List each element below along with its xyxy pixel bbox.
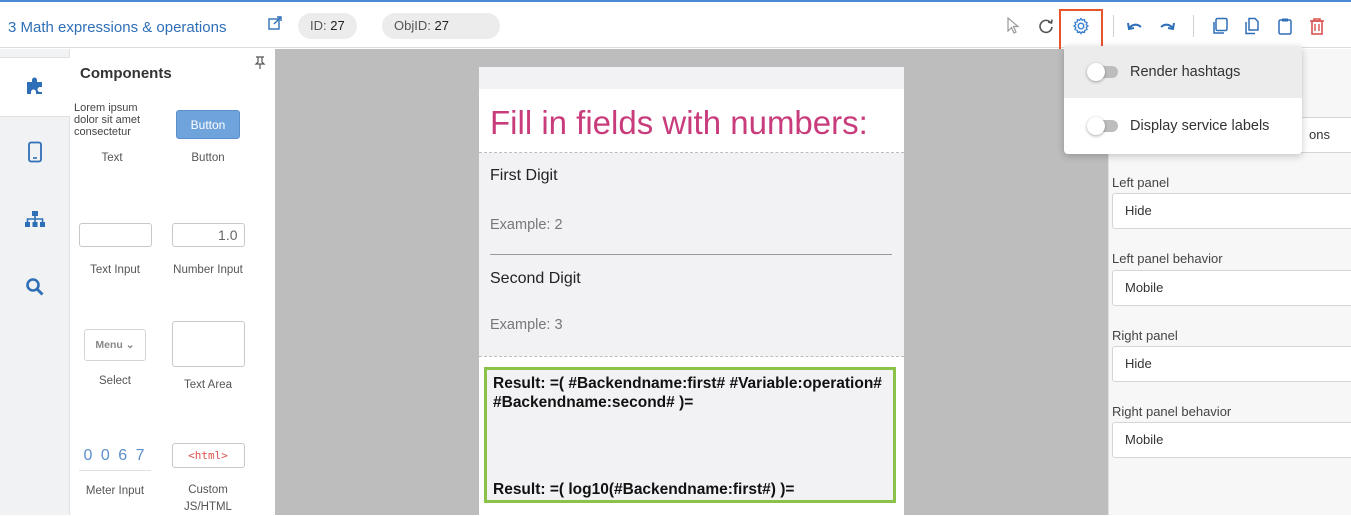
trash-icon[interactable]	[1307, 16, 1327, 36]
chevron-down-icon: ⌄	[125, 339, 135, 351]
select-preview-label: Menu	[95, 339, 123, 351]
second-digit-label: Second Digit	[490, 270, 581, 287]
fields-section: First Digit Example: 2 Second Digit Exam…	[479, 153, 904, 356]
component-label: Text	[101, 152, 123, 164]
component-select[interactable]: Menu ⌄ Select	[70, 329, 160, 390]
objid-badge: ObjID: 27	[382, 13, 500, 39]
number-input-preview: 1.0	[171, 223, 245, 247]
component-label: Number Input	[173, 264, 243, 276]
component-label: Custom JS/HTML	[184, 484, 232, 513]
text-input-preview	[78, 223, 152, 247]
component-text-input[interactable]: Text Input	[70, 223, 160, 279]
clipboard-icon[interactable]	[1275, 16, 1295, 36]
id-label: ID:	[310, 18, 327, 33]
left-nav	[0, 49, 70, 515]
left-panel-label: Left panel	[1112, 175, 1170, 190]
objid-label: ObjID:	[394, 18, 431, 33]
component-label: Meter Input	[85, 485, 145, 497]
settings-dropdown: Render hashtags Display service labels	[1064, 46, 1302, 154]
nav-search[interactable]	[0, 259, 70, 319]
component-label: Text Area	[184, 379, 232, 391]
first-digit-input[interactable]: Example: 2	[490, 217, 563, 233]
display-service-labels-label: Display service labels	[1130, 118, 1270, 134]
right-panel-behavior-select[interactable]: Mobile	[1112, 422, 1351, 458]
result-block[interactable]: Result: =( #Backendname:first# #Variable…	[484, 367, 896, 503]
phone-header	[479, 67, 904, 89]
meter-preview: 0 0 6 7	[79, 441, 151, 471]
undo-icon[interactable]	[1125, 16, 1145, 36]
render-hashtags-label: Render hashtags	[1130, 64, 1241, 80]
component-label: Text Input	[90, 264, 140, 276]
external-link-icon[interactable]	[268, 16, 282, 30]
component-meter-input[interactable]: 0 0 6 7 Meter Input	[70, 441, 160, 500]
id-badge: ID: 27	[298, 13, 357, 39]
input-underline	[490, 254, 892, 255]
second-digit-input[interactable]: Example: 3	[490, 317, 563, 333]
toolbar-divider	[1113, 15, 1114, 37]
result-expression: Result: =( #Backendname:first# #Variable…	[493, 375, 882, 411]
redo-icon[interactable]	[1157, 16, 1177, 36]
right-panel-select[interactable]: Hide	[1112, 346, 1351, 382]
right-panel-label: Right panel	[1112, 328, 1178, 343]
left-panel-behavior-label: Left panel behavior	[1112, 251, 1223, 266]
component-text-area[interactable]: Text Area	[163, 321, 253, 394]
copy-icon[interactable]	[1210, 16, 1230, 36]
text-area-preview	[171, 321, 245, 367]
section-divider	[479, 356, 904, 357]
render-hashtags-option[interactable]: Render hashtags	[1064, 46, 1302, 98]
refresh-icon[interactable]	[1036, 16, 1056, 36]
project-title[interactable]: 3 Math expressions & operations	[8, 19, 226, 36]
components-panel: Components Lorem ipsum dolor sit amet co…	[70, 49, 275, 515]
component-label: Select	[99, 375, 131, 387]
right-panel-behavior-label: Right panel behavior	[1112, 404, 1232, 419]
pin-icon[interactable]	[253, 56, 267, 70]
design-canvas: Fill in fields with numbers: First Digit…	[275, 49, 1108, 515]
button-preview: Button	[176, 110, 240, 139]
component-button[interactable]: Button Button	[163, 102, 253, 167]
partial-value: ons	[1309, 127, 1330, 142]
puzzle-icon	[24, 74, 46, 101]
top-toolbar: 3 Math expressions & operations ID: 27 O…	[0, 0, 1351, 53]
nav-components[interactable]	[0, 57, 70, 117]
toggle-knob	[1087, 63, 1105, 81]
id-value: 27	[330, 18, 345, 33]
component-custom-js-html[interactable]: <html> Custom JS/HTML	[163, 443, 253, 516]
component-label: Button	[191, 152, 225, 164]
nav-structure[interactable]	[0, 191, 70, 251]
gear-icon[interactable]	[1071, 16, 1091, 36]
search-icon	[25, 277, 45, 302]
duplicate-icon[interactable]	[1242, 16, 1262, 36]
text-preview: Lorem ipsum dolor sit amet consectetur	[74, 102, 141, 138]
mobile-icon	[27, 141, 43, 168]
nav-mobile[interactable]	[0, 124, 70, 184]
components-title: Components	[80, 65, 172, 82]
toggle-knob	[1087, 117, 1105, 135]
cursor-icon[interactable]	[1003, 16, 1023, 36]
sitemap-icon	[24, 210, 46, 233]
display-service-labels-option[interactable]: Display service labels	[1064, 100, 1302, 152]
result-log-expression: Result: =( log10(#Backendname:first#) )=	[493, 481, 795, 498]
left-panel-behavior-select[interactable]: Mobile	[1112, 270, 1351, 306]
component-number-input[interactable]: 1.0 Number Input	[163, 223, 253, 279]
toolbar-divider	[1193, 15, 1194, 37]
select-preview: Menu ⌄	[84, 329, 146, 361]
render-hashtags-toggle[interactable]	[1087, 63, 1118, 81]
page-heading[interactable]: Fill in fields with numbers:	[490, 104, 868, 142]
left-panel-select[interactable]: Hide	[1112, 193, 1351, 229]
display-service-labels-toggle[interactable]	[1087, 117, 1118, 135]
component-text[interactable]: Lorem ipsum dolor sit amet consectetur T…	[72, 102, 152, 167]
phone-preview: Fill in fields with numbers: First Digit…	[479, 67, 904, 515]
html-preview: <html>	[171, 443, 245, 468]
objid-value: 27	[434, 18, 449, 33]
first-digit-label: First Digit	[490, 167, 558, 184]
